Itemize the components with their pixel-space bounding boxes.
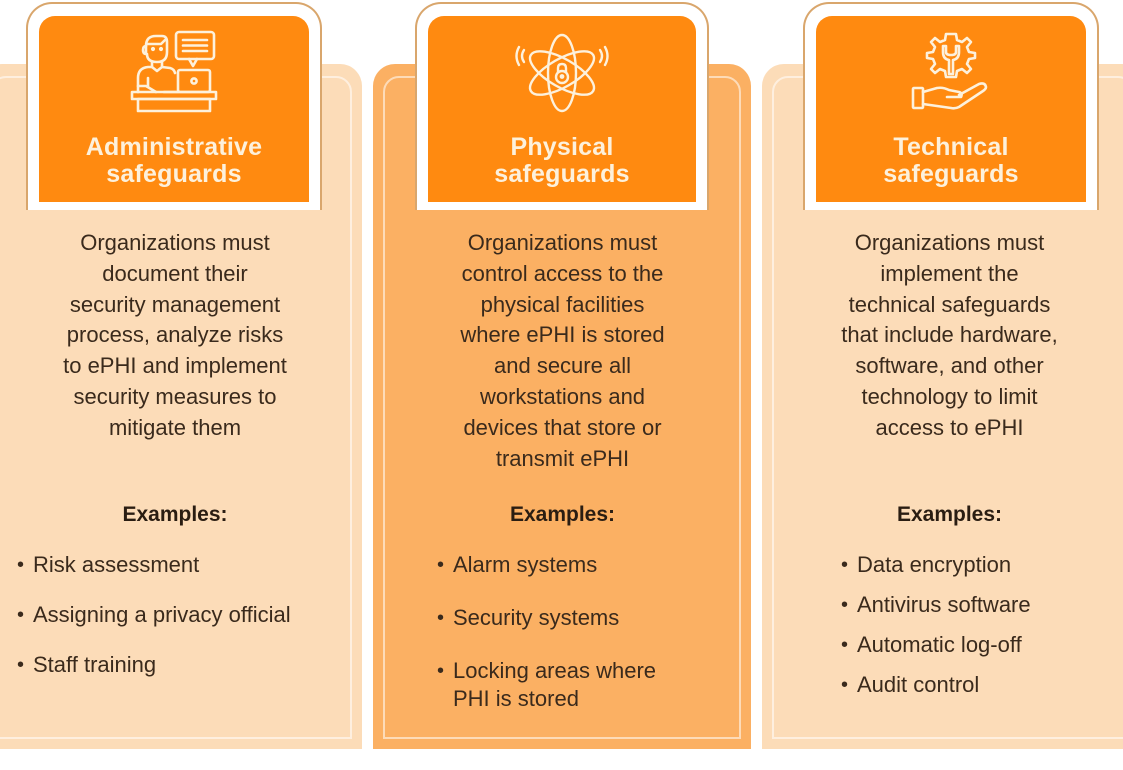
example-item: Assigning a privacy official [17, 601, 291, 629]
hipaa-safeguards-infographic: Administrative safeguards Physical safeg… [0, 0, 1123, 770]
example-item: Alarm systems [437, 551, 656, 579]
title-line: safeguards [494, 160, 630, 188]
hand-gear-wrench-icon [903, 30, 999, 116]
example-item: Risk assessment [17, 551, 291, 579]
technical-examples-heading: Examples: [896, 503, 1003, 526]
administrative-header-box: Administrative safeguards [39, 16, 309, 202]
example-item: Automatic log-off [841, 631, 1031, 659]
physical-title: Physical safeguards [494, 134, 629, 188]
example-item: Antivirus software [841, 591, 1031, 619]
physical-header-tab: Physical safeguards [415, 2, 709, 210]
physical-examples-heading: Examples: [509, 503, 616, 526]
title-line: Technical [893, 133, 1009, 161]
example-item: Security systems [437, 604, 656, 632]
physical-header-box: Physical safeguards [428, 16, 696, 202]
atom-lock-icon [514, 30, 610, 116]
title-line: safeguards [106, 160, 242, 188]
administrative-description: Organizations must document their securi… [63, 230, 287, 440]
administrative-examples-list: Risk assessment Assigning a privacy offi… [17, 551, 291, 701]
example-item: Audit control [841, 671, 1031, 699]
physical-examples-list: Alarm systems Security systems Locking a… [437, 551, 656, 713]
title-line: Physical [510, 133, 614, 161]
technical-description: Organizations must implement the technic… [841, 230, 1058, 440]
person-at-laptop-icon [126, 30, 222, 116]
administrative-header-tab: Administrative safeguards [26, 2, 322, 210]
example-item: Staff training [17, 651, 291, 679]
example-item: Data encryption [841, 551, 1031, 579]
title-line: Administrative [85, 133, 263, 161]
title-line: safeguards [883, 160, 1019, 188]
example-item: Locking areas where PHI is stored [437, 657, 656, 713]
administrative-title: Administrative safeguards [86, 134, 262, 188]
administrative-examples-heading: Examples: [122, 503, 228, 526]
technical-title: Technical safeguards [883, 134, 1018, 188]
technical-header-box: Technical safeguards [816, 16, 1086, 202]
physical-description: Organizations must control access to the… [460, 230, 665, 471]
technical-examples-list: Data encryption Antivirus software Autom… [841, 551, 1031, 711]
technical-header-tab: Technical safeguards [803, 2, 1099, 210]
